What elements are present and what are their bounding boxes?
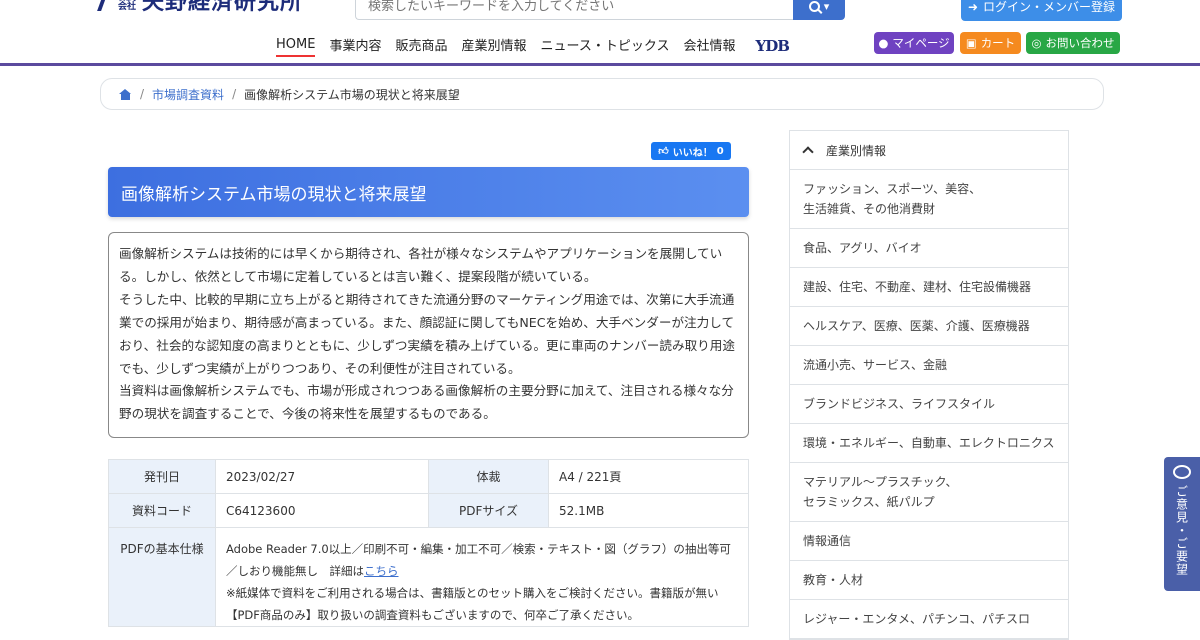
- nav-products[interactable]: 販売商品: [395, 35, 447, 57]
- sidebar-item-label: ファッション、スポーツ、美容、 生活雑貨、その他消費財: [803, 182, 982, 216]
- pdf-spec-label: PDFの基本仕様: [108, 527, 216, 627]
- issue-date-value: 2023/02/27: [215, 459, 429, 494]
- sidebar-item-brand[interactable]: ブランドビジネス、ライフスタイル: [790, 385, 1068, 424]
- pdf-size-label: PDFサイズ: [428, 493, 549, 528]
- search-button[interactable]: ▾: [793, 0, 845, 20]
- sidebar-item-healthcare[interactable]: ヘルスケア、医療、医薬、介護、医療機器: [790, 307, 1068, 346]
- sidebar-item-label: 食品、アグリ、バイオ: [803, 241, 922, 255]
- sidebar-heading[interactable]: 産業別情報: [790, 131, 1068, 170]
- description-paragraph: そうした中、比較的早期に立ち上がると期待されてきた流通分野のマーケティング用途で…: [119, 291, 735, 376]
- chat-icon: ◎: [1031, 36, 1042, 50]
- search-icon: [808, 0, 820, 12]
- sidebar-item-construction[interactable]: 建設、住宅、不動産、建材、住宅設備機器: [790, 268, 1068, 307]
- chevron-up-icon: [802, 146, 814, 158]
- nav-news[interactable]: ニュース・トピックス: [541, 35, 670, 57]
- breadcrumb-separator: /: [232, 87, 237, 101]
- home-icon[interactable]: [119, 88, 132, 100]
- nav-industry[interactable]: 産業別情報: [461, 35, 526, 57]
- like-count: 0: [716, 145, 724, 157]
- logo-mark-icon: [98, 0, 114, 13]
- code-label: 資料コード: [108, 493, 216, 528]
- pdf-spec-value: Adobe Reader 7.0以上／印刷不可・編集・加工不可／検索・テキスト・…: [215, 527, 749, 627]
- sign-in-icon: ➜: [967, 0, 979, 14]
- logo-small-text: 株式会社: [118, 0, 137, 12]
- pdf-spec-note: ※紙媒体で資料をご利用される場合は、書籍版とのセット購入をご検討ください。書籍版…: [226, 586, 719, 622]
- description-paragraph: 画像解析システムは技術的には早くから期待され、各社が様々なシステムやアプリケーシ…: [119, 246, 723, 284]
- pdf-spec-line1: Adobe Reader 7.0以上／印刷不可・編集・加工不可／検索・テキスト・…: [226, 542, 731, 578]
- sidebar-item-materials[interactable]: マテリアル～プラスチック、 セラミックス、紙パルプ: [790, 463, 1068, 522]
- ydb-logo[interactable]: YDB: [755, 37, 789, 55]
- sidebar-item-fashion[interactable]: ファッション、スポーツ、美容、 生活雑貨、その他消費財: [790, 170, 1068, 229]
- breadcrumb-current: 画像解析システム市場の現状と将来展望: [244, 87, 460, 102]
- sidebar-item-label: レジャー・エンタメ、パチンコ、パチスロ: [803, 612, 1031, 626]
- sidebar-item-label: ヘルスケア、医療、医薬、介護、医療機器: [803, 319, 1030, 333]
- mypage-label: マイページ: [892, 36, 950, 50]
- code-value: C64123600: [215, 493, 429, 528]
- sidebar-item-food[interactable]: 食品、アグリ、バイオ: [790, 229, 1068, 268]
- sidebar-item-retail[interactable]: 流通小売、サービス、金融: [790, 346, 1068, 385]
- sidebar-item-label: 教育・人材: [803, 573, 864, 587]
- logo-text: 矢野経済研究所: [142, 0, 304, 15]
- breadcrumb-separator: /: [140, 87, 145, 101]
- report-title: 画像解析システム市場の現状と将来展望: [108, 167, 749, 217]
- report-description: 画像解析システムは技術的には早くから期待され、各社が様々なシステムやアプリケーシ…: [108, 232, 749, 438]
- industry-sidebar: 産業別情報 ファッション、スポーツ、美容、 生活雑貨、その他消費財 食品、アグリ…: [789, 130, 1069, 640]
- cart-label: カート: [980, 36, 1016, 50]
- details-link[interactable]: こちら: [364, 564, 399, 578]
- caret-down-icon: ▾: [823, 0, 830, 13]
- sidebar-item-education[interactable]: 教育・人材: [790, 561, 1068, 600]
- table-row: 発刊日 2023/02/27 体裁 A4 / 221頁: [108, 459, 749, 494]
- facebook-like-button[interactable]: 👍︎ いいね！ 0: [651, 142, 731, 160]
- sidebar-heading-label: 産業別情報: [826, 143, 887, 158]
- sidebar-item-label: 環境・エネルギー、自動車、エレクトロニクス: [803, 436, 1055, 450]
- nav-home[interactable]: HOME: [276, 37, 316, 57]
- like-label: いいね！: [672, 147, 713, 159]
- sidebar-item-label: ブランドビジネス、ライフスタイル: [803, 397, 996, 411]
- login-button[interactable]: ➜ ログイン・メンバー登録: [961, 0, 1122, 21]
- feedback-label: ご意見・ご要望: [1174, 485, 1189, 576]
- cart-icon: ▣: [965, 36, 977, 50]
- site-header: 株式会社 矢野経済研究所 ▾ ➜ ログイン・メンバー登録 HOME 事業内容 販…: [0, 0, 1200, 66]
- sidebar-item-label: 流通小売、サービス、金融: [803, 358, 948, 372]
- contact-label: お問い合わせ: [1045, 36, 1115, 50]
- contact-button[interactable]: ◎ お問い合わせ: [1026, 32, 1120, 54]
- sidebar-item-label: 情報通信: [803, 534, 852, 548]
- table-row: PDFの基本仕様 Adobe Reader 7.0以上／印刷不可・編集・加工不可…: [108, 527, 749, 627]
- pdf-size-value: 52.1MB: [548, 493, 749, 528]
- speech-bubble-icon: [1173, 465, 1191, 479]
- login-label: ログイン・メンバー登録: [983, 0, 1116, 14]
- sidebar-item-telecom[interactable]: 情報通信: [790, 522, 1068, 561]
- sidebar-item-leisure[interactable]: レジャー・エンタメ、パチンコ、パチスロ: [790, 600, 1068, 639]
- nav-company[interactable]: 会社情報: [683, 35, 735, 57]
- sidebar-item-energy[interactable]: 環境・エネルギー、自動車、エレクトロニクス: [790, 424, 1068, 463]
- breadcrumb: / 市場調査資料 / 画像解析システム市場の現状と将来展望: [100, 78, 1104, 110]
- description-paragraph: 当資料は画像解析システムでも、市場が形成されつつある画像解析の主要分野に加えて、…: [119, 383, 734, 422]
- search-bar: ▾: [355, 0, 845, 20]
- mypage-button[interactable]: ● マイページ: [874, 32, 954, 54]
- user-icon: ●: [878, 36, 889, 50]
- site-logo[interactable]: 株式会社 矢野経済研究所: [98, 0, 303, 14]
- issue-date-label: 発刊日: [108, 459, 216, 494]
- search-input[interactable]: [355, 0, 793, 20]
- main-nav: HOME 事業内容 販売商品 産業別情報 ニュース・トピックス 会社情報 YDB: [276, 35, 790, 57]
- sidebar-item-label: 建設、住宅、不動産、建材、住宅設備機器: [803, 280, 1032, 294]
- nav-business[interactable]: 事業内容: [329, 35, 381, 57]
- format-label: 体裁: [428, 459, 549, 494]
- format-value: A4 / 221頁: [548, 459, 749, 494]
- cart-button[interactable]: ▣ カート: [960, 32, 1021, 54]
- spec-table: 発刊日 2023/02/27 体裁 A4 / 221頁 資料コード C64123…: [108, 459, 749, 627]
- breadcrumb-link-market-research[interactable]: 市場調査資料: [152, 86, 224, 103]
- feedback-tab[interactable]: ご意見・ご要望: [1164, 457, 1200, 591]
- sidebar-item-label: マテリアル～プラスチック、 セラミックス、紙パルプ: [803, 475, 958, 509]
- table-row: 資料コード C64123600 PDFサイズ 52.1MB: [108, 493, 749, 528]
- thumbs-up-icon: 👍︎: [658, 146, 669, 157]
